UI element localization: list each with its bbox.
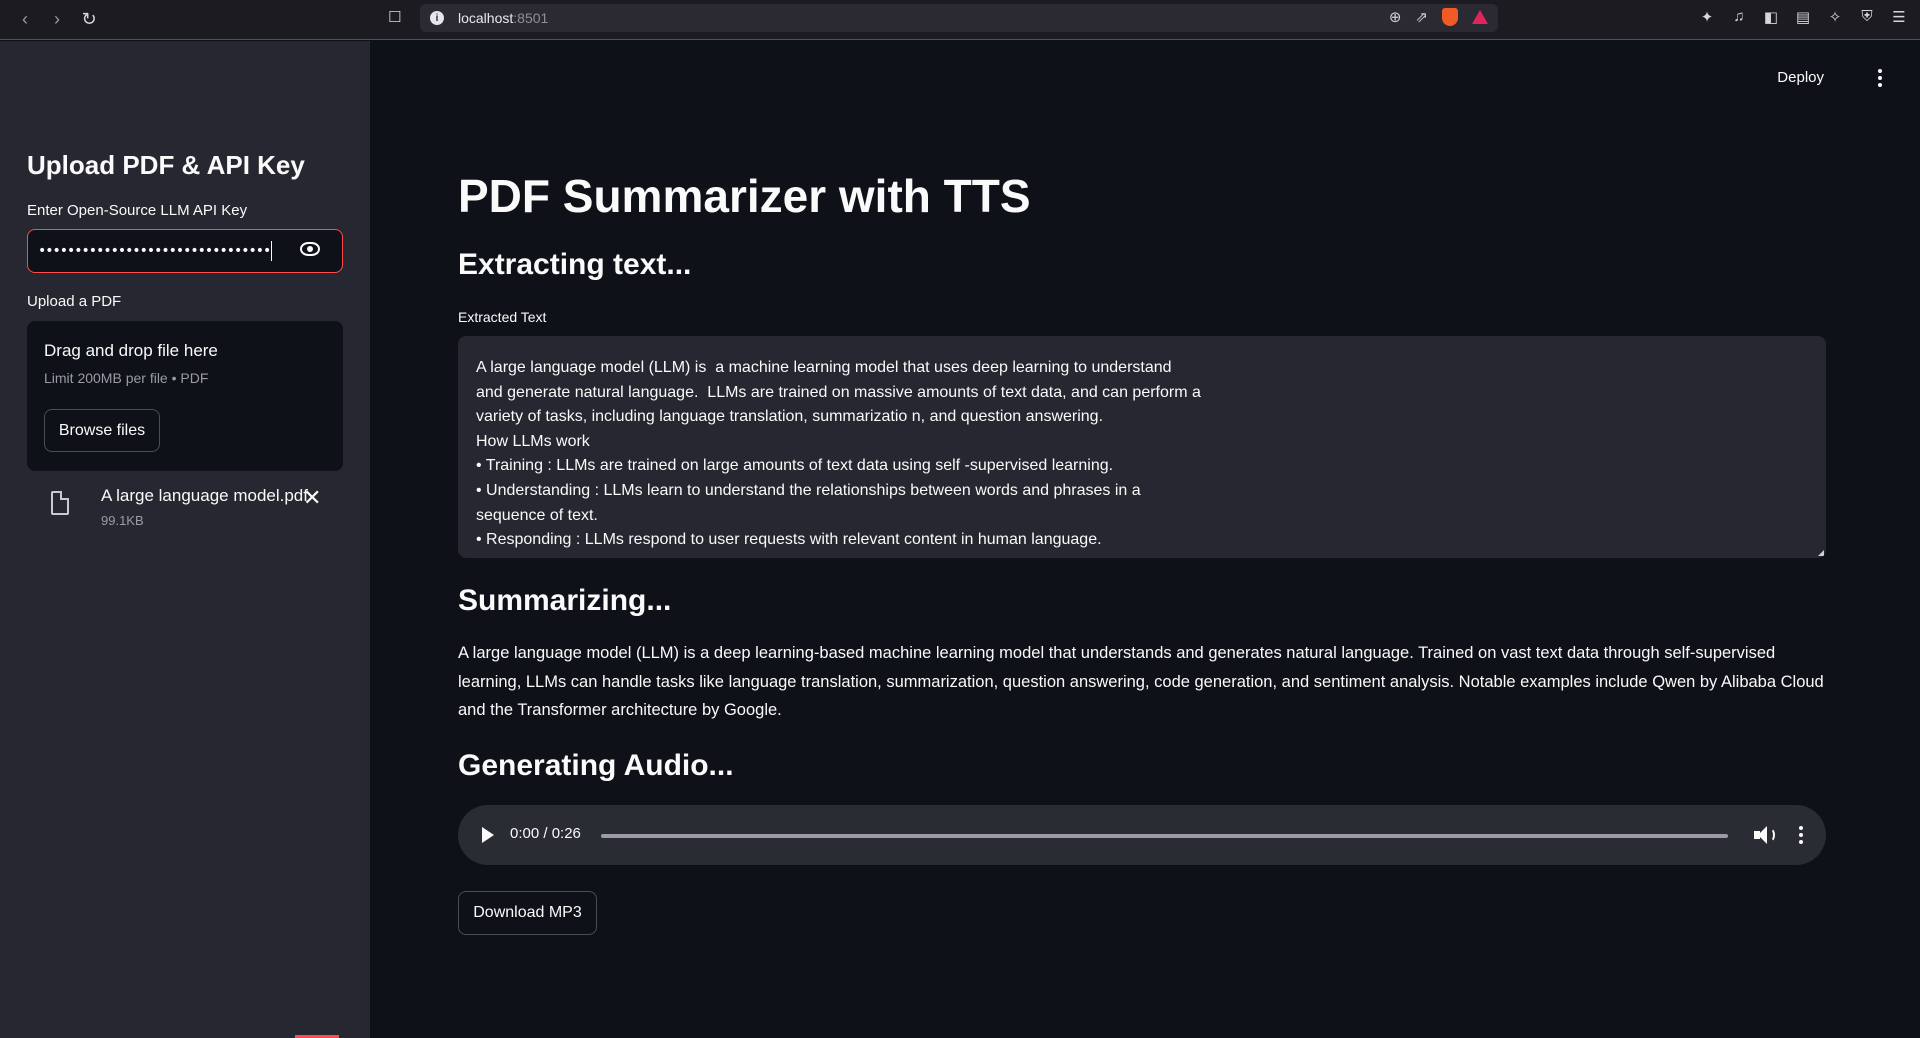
- zoom-icon[interactable]: ⊕: [1389, 8, 1402, 26]
- uploaded-file: A large language model.pdf 99.1KB ✕: [27, 479, 343, 539]
- info-icon[interactable]: i: [430, 11, 444, 25]
- sidebar-icon[interactable]: ◧: [1762, 8, 1780, 26]
- text-line: How LLMs work: [476, 432, 590, 450]
- close-icon[interactable]: ✕: [303, 485, 321, 511]
- extensions-icon[interactable]: ✦: [1698, 8, 1716, 26]
- audio-heading: Generating Audio...: [458, 749, 734, 782]
- extracted-text-label: Extracted Text: [458, 309, 547, 325]
- audio-player: 0:00 / 0:26: [458, 805, 1826, 865]
- summarize-heading: Summarizing...: [458, 584, 672, 617]
- kebab-icon[interactable]: [1878, 69, 1882, 87]
- vpn-icon[interactable]: ⛨: [1858, 8, 1876, 26]
- deploy-button[interactable]: Deploy: [1777, 69, 1824, 86]
- eye-icon[interactable]: [300, 242, 320, 256]
- brave-shield-icon[interactable]: [1442, 8, 1458, 26]
- resize-handle[interactable]: [1818, 550, 1824, 556]
- text-line: sequence of text.: [476, 506, 598, 524]
- text-line: and generate natural language. LLMs are …: [476, 383, 1201, 401]
- api-key-label: Enter Open-Source LLM API Key: [27, 202, 248, 219]
- brave-rewards-icon[interactable]: [1472, 10, 1488, 24]
- text-line: variety of tasks, including language tra…: [476, 408, 1104, 426]
- kebab-icon[interactable]: [1799, 826, 1803, 844]
- browse-files-button[interactable]: Browse files: [44, 409, 160, 452]
- file-size: 99.1KB: [101, 513, 144, 528]
- main-content: Deploy PDF Summarizer with TTS Extractin…: [371, 41, 1920, 1038]
- leo-icon[interactable]: ✧: [1826, 8, 1844, 26]
- sidebar: Upload PDF & API Key Enter Open-Source L…: [0, 41, 370, 1038]
- extracted-text-area[interactable]: A large language model (LLM) is a machin…: [458, 336, 1826, 558]
- summary-text: A large language model (LLM) is a deep l…: [458, 644, 1824, 719]
- wallet-icon[interactable]: ▤: [1794, 8, 1812, 26]
- address-bar[interactable]: i localhost:8501 ⊕ ⇗: [420, 4, 1498, 32]
- file-name: A large language model.pdf: [101, 486, 308, 505]
- play-icon[interactable]: [482, 827, 494, 843]
- text-line: • Training : LLMs are trained on large a…: [476, 457, 1114, 475]
- forward-icon[interactable]: ›: [46, 9, 68, 30]
- page-title: PDF Summarizer with TTS: [458, 170, 1031, 222]
- api-key-input[interactable]: ••••••••••••••••••••••••••••••••: [27, 229, 343, 273]
- text-line: • Understanding : LLMs learn to understa…: [476, 481, 1141, 499]
- sidebar-heading: Upload PDF & API Key: [27, 150, 305, 180]
- api-key-value[interactable]: ••••••••••••••••••••••••••••••••: [38, 243, 271, 259]
- audio-progress-bar[interactable]: [601, 834, 1728, 838]
- url-text[interactable]: localhost:8501: [458, 10, 548, 26]
- upload-label: Upload a PDF: [27, 293, 122, 310]
- text-line: A large language model (LLM) is a machin…: [476, 359, 1172, 376]
- browser-nav: ‹ › ↻: [0, 9, 100, 30]
- share-icon[interactable]: ⇗: [1415, 8, 1428, 26]
- audio-time: 0:00 / 0:26: [510, 825, 581, 842]
- file-icon: [51, 491, 69, 515]
- browser-toolbar: ‹ › ↻ ☐ i localhost:8501 ⊕ ⇗ ✦ ♫ ◧ ▤ ✧ ⛨…: [0, 0, 1920, 40]
- bookmark-icon[interactable]: ☐: [388, 8, 401, 26]
- music-icon[interactable]: ♫: [1730, 8, 1748, 26]
- dropzone-limit: Limit 200MB per file • PDF: [44, 370, 209, 386]
- menu-icon[interactable]: ☰: [1890, 8, 1908, 26]
- reload-icon[interactable]: ↻: [78, 9, 100, 30]
- file-dropzone[interactable]: Drag and drop file here Limit 200MB per …: [27, 321, 343, 471]
- back-icon[interactable]: ‹: [14, 9, 36, 30]
- text-line: • Responding : LLMs respond to user requ…: [476, 531, 1102, 549]
- dropzone-title: Drag and drop file here: [44, 341, 218, 360]
- download-mp3-button[interactable]: Download MP3: [458, 891, 597, 935]
- extract-heading: Extracting text...: [458, 248, 692, 281]
- volume-icon[interactable]: [1754, 824, 1776, 846]
- browser-extensions: ✦ ♫ ◧ ▤ ✧ ⛨ ☰: [1698, 8, 1908, 26]
